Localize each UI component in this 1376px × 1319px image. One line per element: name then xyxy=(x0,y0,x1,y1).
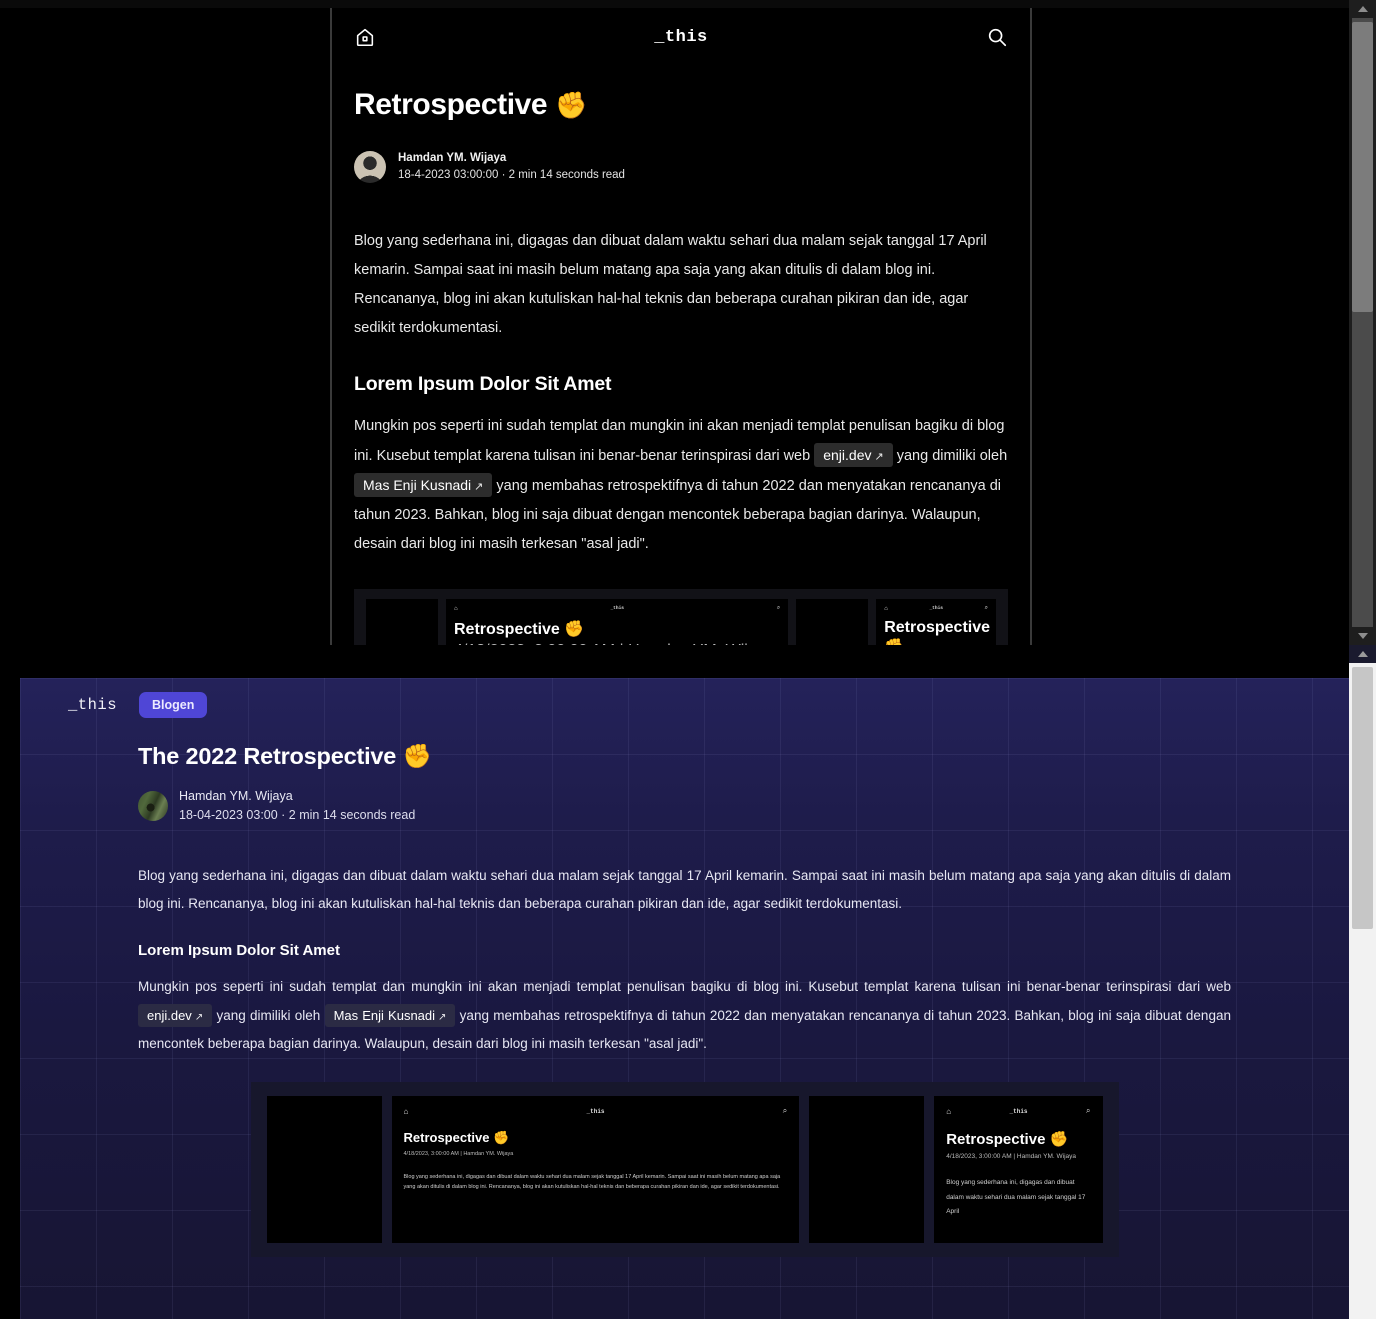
embed-mini-heading-text-2: Retrospective xyxy=(884,619,991,637)
article-title: Retrospective ✊ xyxy=(354,88,1008,122)
paragraph-body: Mungkin pos seperti ini sudah templat da… xyxy=(354,412,1008,559)
section-heading: Lorem Ipsum Dolor Sit Amet xyxy=(354,373,612,396)
search-icon: ⌕ xyxy=(782,1106,788,1116)
fist-emoji: ✊ xyxy=(555,90,588,120)
link-mas-enji-label: Mas Enji Kusnadi xyxy=(363,477,472,494)
embed-mini-heading-text: Retrospective xyxy=(403,1130,490,1146)
external-link-icon: ↗ xyxy=(438,1011,447,1023)
embed-mini-heading-2: Retrospective ✊ xyxy=(884,619,991,645)
article-byline: Hamdan YM. Wijaya 18-04-2023 03:00 · 2 m… xyxy=(138,787,1231,826)
author-name: Hamdan YM. Wijaya xyxy=(398,152,507,164)
embed-mini-title: _this xyxy=(586,1107,605,1115)
embed-mini-meta: 4/18/2023, 3:00:00 AM | Hamdan YM. Wijay… xyxy=(403,1151,514,1158)
embed-blank-panel xyxy=(366,599,438,645)
embed-mini-title: _this xyxy=(610,606,624,612)
external-link-icon: ↗ xyxy=(474,481,484,494)
embed-mini-heading-2: Retrospective ✊ xyxy=(946,1130,1090,1148)
paragraph-text-a: Mungkin pos seperti ini sudah templat da… xyxy=(138,979,1231,995)
embed-mini-header: ⌂ _this ⌕ xyxy=(404,1106,788,1116)
top-scrollbar-thumb[interactable] xyxy=(1352,22,1373,312)
link-enji-dev[interactable]: enji.dev ↗ xyxy=(814,443,893,468)
section-heading: Lorem Ipsum Dolor Sit Amet xyxy=(138,942,340,960)
embed-mini-title-2: _this xyxy=(1009,1107,1028,1115)
embed-mini-heading-text-2: Retrospective xyxy=(946,1131,1046,1149)
top-site-header: _this xyxy=(332,8,1030,66)
embed-mini-heading-text: Retrospective xyxy=(454,621,560,639)
paragraph-intro: Blog yang sederhana ini, digagas dan dib… xyxy=(354,233,987,337)
paragraph-text-b: yang dimiliki oleh xyxy=(892,448,1008,465)
search-icon: ⌕ xyxy=(984,605,988,612)
link-mas-enji-kusnadi[interactable]: Mas Enji Kusnadi ↗ xyxy=(354,473,493,498)
embed-mini-heading: Retrospective ✊ xyxy=(454,619,780,639)
bottom-blog-pane: _this Blogen The 2022 Retrospective ✊ Ha… xyxy=(0,645,1376,1319)
link-enji-dev-label: enji.dev xyxy=(147,1007,192,1023)
home-icon[interactable] xyxy=(354,26,376,48)
embed-mini-header: ⌂ _this ⌕ xyxy=(454,605,780,612)
article-byline: Hamdan YM. Wijaya 18-4-2023 03:00:00 · 2… xyxy=(354,150,1008,183)
embed-preview-right: ⌂ _this ⌕ Retrospective ✊ 4/18/2023, 3:0… xyxy=(934,1096,1103,1244)
embed-mini-title-2: _this xyxy=(929,606,943,612)
bottom-site-header: _this Blogen xyxy=(20,678,1349,718)
embed-mini-heading: Retrospective ✊ xyxy=(404,1130,788,1146)
article-title-text: The 2022 Retrospective xyxy=(138,743,397,769)
avatar xyxy=(354,150,386,183)
link-mas-enji-kusnadi[interactable]: Mas Enji Kusnadi ↗ xyxy=(324,1003,456,1027)
embed-preview-left: ⌂ _this ⌕ Retrospective ✊ 4/18/2023, 3:0… xyxy=(446,599,789,645)
search-icon: ⌕ xyxy=(1086,1106,1091,1116)
link-enji-dev-label: enji.dev xyxy=(823,447,872,464)
embed-preview-left: ⌂ _this ⌕ Retrospective ✊ 4/18/2023, 3:0… xyxy=(391,1096,800,1244)
article-meta: 18-04-2023 03:00 · 2 min 14 seconds read xyxy=(179,808,416,823)
top-article-body: Retrospective ✊ Hamdan YM. Wijaya 18-4-2… xyxy=(332,66,1030,645)
bottom-page: _this Blogen The 2022 Retrospective ✊ Ha… xyxy=(20,678,1349,1319)
link-enji-dev[interactable]: enji.dev ↗ xyxy=(138,1003,213,1027)
fist-emoji: ✊ xyxy=(493,1130,510,1146)
search-icon: ⌕ xyxy=(776,605,781,612)
paragraph-body: Mungkin pos seperti ini sudah templat da… xyxy=(138,973,1231,1058)
avatar xyxy=(138,791,168,822)
article-title-text: Retrospective xyxy=(354,88,548,121)
search-icon[interactable] xyxy=(986,26,1008,48)
external-link-icon: ↗ xyxy=(194,1011,204,1023)
fist-emoji: ✊ xyxy=(564,621,585,639)
fist-emoji: ✊ xyxy=(402,743,432,769)
embed-blank-panel xyxy=(266,1096,382,1244)
embedded-screenshot: ⌂ _this ⌕ Retrospective ✊ 4/18/2023, 3:0… xyxy=(354,589,1008,645)
author-name: Hamdan YM. Wijaya xyxy=(179,789,293,803)
article-meta: 18-4-2023 03:00:00 · 2 min 14 seconds re… xyxy=(398,168,625,181)
embed-blank-panel-2 xyxy=(809,1096,925,1244)
fist-emoji: ✊ xyxy=(1049,1131,1069,1149)
bottom-scrollbar[interactable] xyxy=(1349,645,1376,1319)
embedded-screenshot: ⌂ _this ⌕ Retrospective ✊ 4/18/2023, 3:0… xyxy=(250,1082,1119,1258)
blogen-badge[interactable]: Blogen xyxy=(139,692,208,718)
bottom-article-body: The 2022 Retrospective ✊ Hamdan YM. Wija… xyxy=(20,718,1349,1258)
site-title: _this xyxy=(654,27,708,47)
article-title: The 2022 Retrospective ✊ xyxy=(138,742,1231,770)
external-link-icon: ↗ xyxy=(874,451,884,464)
embed-mini-paragraph: Blog yang sederhana ini, digagas dan dib… xyxy=(403,1174,781,1191)
brand-logo[interactable]: _this xyxy=(68,696,117,714)
paragraph-text-b: yang dimiliki oleh xyxy=(212,1007,325,1023)
scroll-up-button[interactable] xyxy=(1349,0,1376,18)
embed-preview-right: ⌂ _this ⌕ Retrospective ✊ 4/18/2023, 3:0… xyxy=(876,599,996,645)
embed-mini-meta-2: 4/18/2023, 3:00:00 AM | Hamdan YM. Wijay… xyxy=(946,1153,1077,1161)
embed-mini-paragraph-2: Blog yang sederhana ini, digagas dan dib… xyxy=(946,1179,1086,1216)
scroll-up-button[interactable] xyxy=(1349,645,1376,663)
top-scrollbar[interactable] xyxy=(1349,0,1376,645)
bottom-scrollbar-thumb[interactable] xyxy=(1352,667,1373,929)
scroll-down-button[interactable] xyxy=(1349,627,1376,645)
link-mas-enji-label: Mas Enji Kusnadi xyxy=(333,1007,436,1023)
embed-blank-panel-2 xyxy=(796,599,869,645)
embed-mini-header-2: ⌂ _this ⌕ xyxy=(946,1106,1090,1116)
top-blog-pane: _this Retrospective ✊ Hamdan YM. Wijaya … xyxy=(0,0,1376,645)
embed-mini-header-2: ⌂ _this ⌕ xyxy=(884,605,988,612)
paragraph-intro: Blog yang sederhana ini, digagas dan dib… xyxy=(138,867,1231,912)
top-content-column: _this Retrospective ✊ Hamdan YM. Wijaya … xyxy=(330,8,1032,645)
